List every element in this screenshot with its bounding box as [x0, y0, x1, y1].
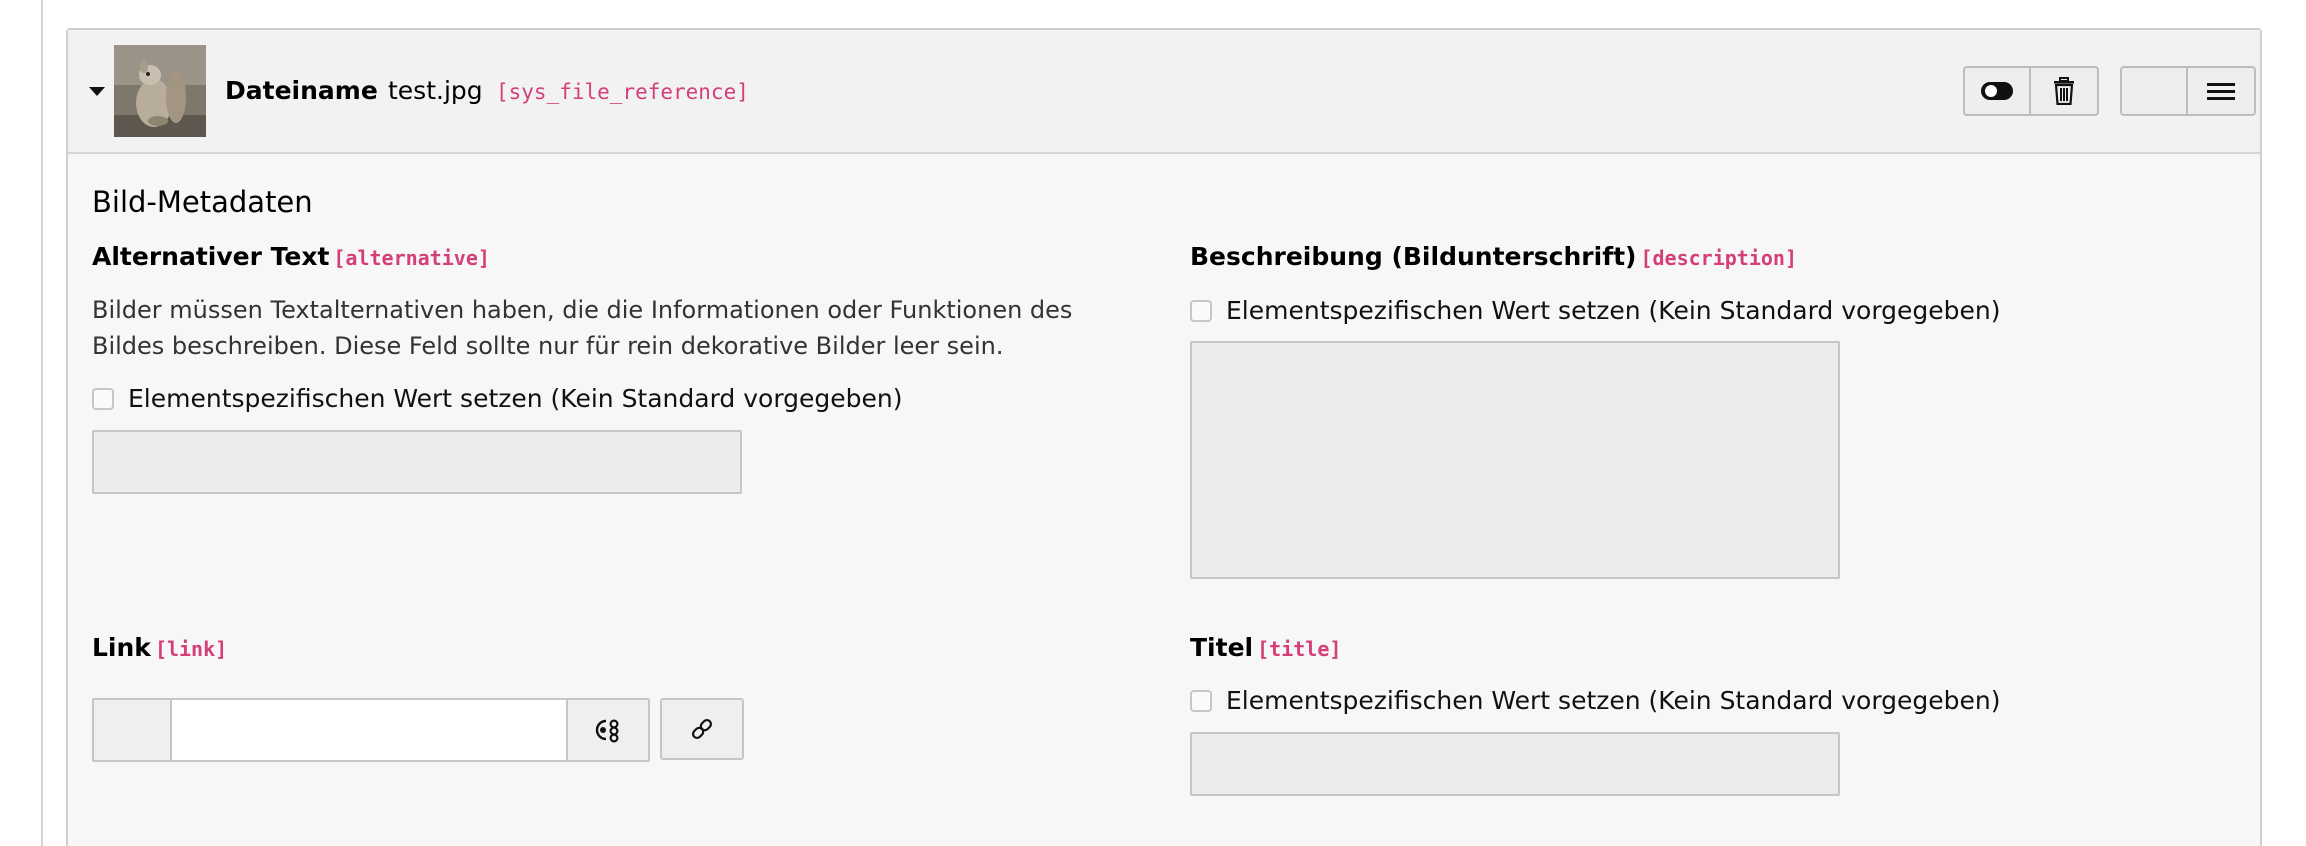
delete-button[interactable]	[2031, 68, 2097, 114]
title-override-checkbox[interactable]	[1190, 689, 1212, 712]
table-code: [sys_file_reference]	[496, 80, 749, 104]
link-browser-button[interactable]	[660, 698, 744, 760]
alternative-code: [alternative]	[333, 246, 490, 270]
alternative-override-row: Elementspezifischen Wert setzen (Kein St…	[92, 384, 903, 413]
trash-icon	[2054, 77, 2074, 105]
description-code: [description]	[1640, 246, 1797, 270]
alternative-description-line2: Bildes beschreiben. Diese Feld sollte nu…	[92, 332, 1004, 360]
description-label: Beschreibung (Bildunterschrift) [descript…	[1190, 242, 1797, 271]
link-label: Link [link]	[92, 633, 227, 662]
filename-label: Dateiname	[225, 76, 378, 105]
collapse-caret-icon[interactable]	[89, 87, 105, 96]
toggle-icon	[1981, 82, 2013, 100]
description-override-checkbox[interactable]	[1190, 299, 1212, 322]
hamburger-menu-icon	[2207, 83, 2235, 100]
title-override-row: Elementspezifischen Wert setzen (Kein St…	[1190, 686, 2001, 715]
sort-actions	[2120, 66, 2256, 116]
title-label: Titel [title]	[1190, 633, 1341, 662]
filename-value: test.jpg	[388, 76, 483, 105]
alternative-override-label[interactable]: Elementspezifischen Wert setzen (Kein St…	[128, 384, 903, 413]
empty-action-button[interactable]	[2122, 68, 2188, 114]
link-wizard-button[interactable]	[566, 700, 648, 760]
link-input-group	[92, 698, 650, 762]
record-actions	[1963, 66, 2099, 116]
panel-header[interactable]: Dateiname test.jpg [sys_file_reference]	[68, 30, 2260, 154]
toggle-visibility-button[interactable]	[1965, 68, 2031, 114]
link-icon	[691, 718, 713, 740]
alternative-description-line1: Bilder müssen Textalternativen haben, di…	[92, 296, 1073, 324]
alternative-description: Bilder müssen Textalternativen haben, di…	[92, 292, 1172, 364]
alternative-label-text: Alternativer Text	[92, 242, 330, 271]
title-code: [title]	[1257, 637, 1342, 661]
description-override-row: Elementspezifischen Wert setzen (Kein St…	[1190, 296, 2001, 325]
link-input[interactable]	[172, 700, 566, 760]
file-thumbnail	[114, 45, 206, 137]
section-title: Bild-Metadaten	[92, 185, 313, 219]
alternative-label: Alternativer Text [alternative]	[92, 242, 490, 271]
squirrel-thumbnail-icon	[114, 45, 206, 137]
file-reference-panel: Dateiname test.jpg [sys_file_reference]	[66, 28, 2262, 846]
title-override-label[interactable]: Elementspezifischen Wert setzen (Kein St…	[1226, 686, 2001, 715]
drag-handle-button[interactable]	[2188, 68, 2254, 114]
link-code: [link]	[154, 637, 228, 661]
link-prefix	[94, 700, 172, 760]
description-textarea	[1190, 341, 1840, 579]
alternative-override-checkbox[interactable]	[92, 387, 114, 410]
title-input	[1190, 732, 1840, 796]
title-label-text: Titel	[1190, 633, 1254, 662]
link-wizard-icon	[595, 719, 619, 743]
alternative-input	[92, 430, 742, 494]
link-label-text: Link	[92, 633, 151, 662]
description-label-text: Beschreibung (Bildunterschrift)	[1190, 242, 1637, 271]
description-override-label[interactable]: Elementspezifischen Wert setzen (Kein St…	[1226, 296, 2001, 325]
